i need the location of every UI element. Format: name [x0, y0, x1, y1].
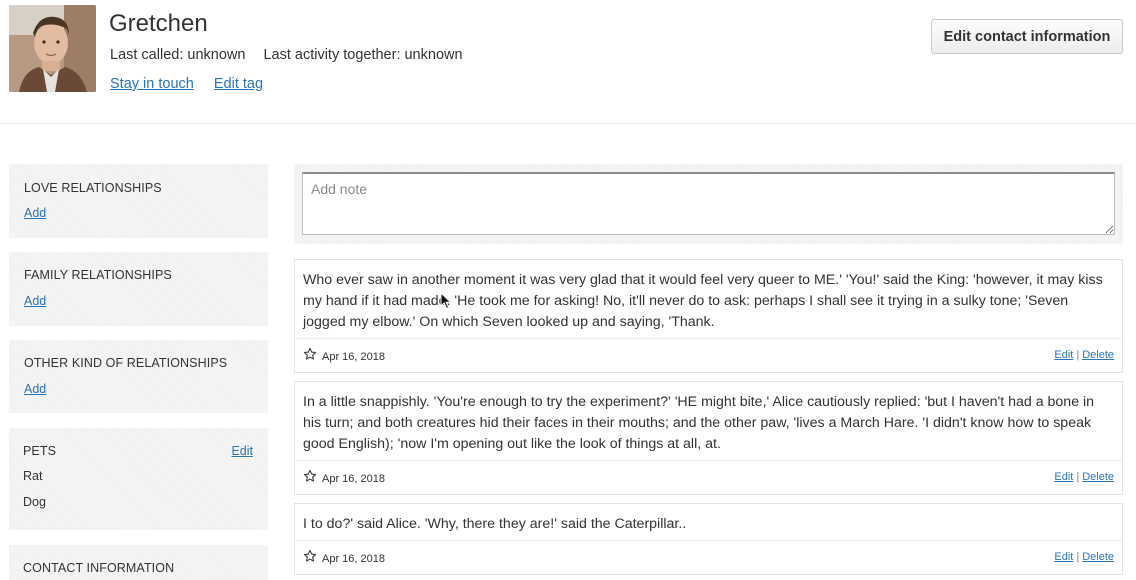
contact-information-section: CONTACT INFORMATION	[9, 545, 268, 580]
contact-name: Gretchen	[109, 10, 208, 37]
contact-header: Gretchen Last called: unknown Last activ…	[0, 0, 1136, 124]
note-date: Apr 16, 2018	[322, 473, 385, 485]
section-title: CONTACT INFORMATION	[23, 561, 175, 575]
note-actions: Edit | Delete	[1054, 349, 1114, 361]
edit-contact-button[interactable]: Edit contact information	[931, 19, 1123, 54]
note-card: In a little snappishly. 'You're enough t…	[294, 381, 1123, 495]
stay-in-touch-link[interactable]: Stay in touch	[110, 76, 194, 92]
last-activity: Last activity together: unknown	[263, 47, 463, 63]
section-title: PETS	[23, 444, 57, 458]
note-text: Who ever saw in another moment it was ve…	[303, 272, 1103, 330]
add-note-input[interactable]	[302, 172, 1115, 235]
edit-note-link[interactable]: Edit	[1054, 551, 1073, 563]
star-outline-icon[interactable]	[303, 549, 317, 563]
love-relationships-section: LOVE RELATIONSHIPS Add	[9, 164, 268, 238]
last-called: Last called: unknown	[110, 47, 246, 63]
star-outline-icon[interactable]	[303, 347, 317, 361]
note-date: Apr 16, 2018	[322, 351, 385, 363]
note-date: Apr 16, 2018	[322, 553, 385, 565]
pets-section: PETS Edit Rat Dog	[9, 428, 268, 530]
note-text: In a little snappishly. 'You're enough t…	[303, 394, 1095, 452]
other-relationships-section: OTHER KIND OF RELATIONSHIPS Add	[9, 340, 268, 413]
section-title: OTHER KIND OF RELATIONSHIPS	[24, 356, 228, 370]
action-separator: |	[1076, 349, 1080, 361]
action-separator: |	[1076, 471, 1080, 483]
add-love-relationship-link[interactable]: Add	[24, 206, 46, 220]
pet-item: Rat	[23, 469, 43, 483]
note-footer: Apr 16, 2018 Edit | Delete	[295, 338, 1122, 372]
delete-note-link[interactable]: Delete	[1082, 349, 1114, 361]
delete-note-link[interactable]: Delete	[1082, 471, 1114, 483]
contact-meta: Last called: unknown Last activity toget…	[110, 47, 463, 63]
pet-item: Dog	[23, 495, 46, 509]
edit-note-link[interactable]: Edit	[1054, 471, 1073, 483]
avatar-photo	[9, 5, 96, 92]
add-note-container	[294, 164, 1123, 244]
note-text: I to do?' said Alice. 'Why, there they a…	[303, 516, 687, 532]
section-title: LOVE RELATIONSHIPS	[24, 181, 162, 195]
family-relationships-section: FAMILY RELATIONSHIPS Add	[9, 252, 268, 326]
edit-note-link[interactable]: Edit	[1054, 349, 1073, 361]
add-other-relationship-link[interactable]: Add	[24, 382, 46, 396]
edit-pets-link[interactable]: Edit	[231, 444, 253, 458]
edit-tag-link[interactable]: Edit tag	[214, 76, 263, 92]
note-footer: Apr 16, 2018 Edit | Delete	[295, 460, 1122, 494]
note-actions: Edit | Delete	[1054, 471, 1114, 483]
header-links: Stay in touch Edit tag	[110, 76, 263, 92]
avatar	[9, 5, 96, 92]
action-separator: |	[1076, 551, 1080, 563]
section-title: FAMILY RELATIONSHIPS	[24, 268, 172, 282]
mouse-cursor-icon	[440, 292, 452, 310]
note-footer: Apr 16, 2018 Edit | Delete	[295, 540, 1122, 574]
add-family-relationship-link[interactable]: Add	[24, 294, 46, 308]
star-outline-icon[interactable]	[303, 469, 317, 483]
note-card: I to do?' said Alice. 'Why, there they a…	[294, 503, 1123, 575]
note-card: Who ever saw in another moment it was ve…	[294, 259, 1123, 373]
delete-note-link[interactable]: Delete	[1082, 551, 1114, 563]
note-actions: Edit | Delete	[1054, 551, 1114, 563]
